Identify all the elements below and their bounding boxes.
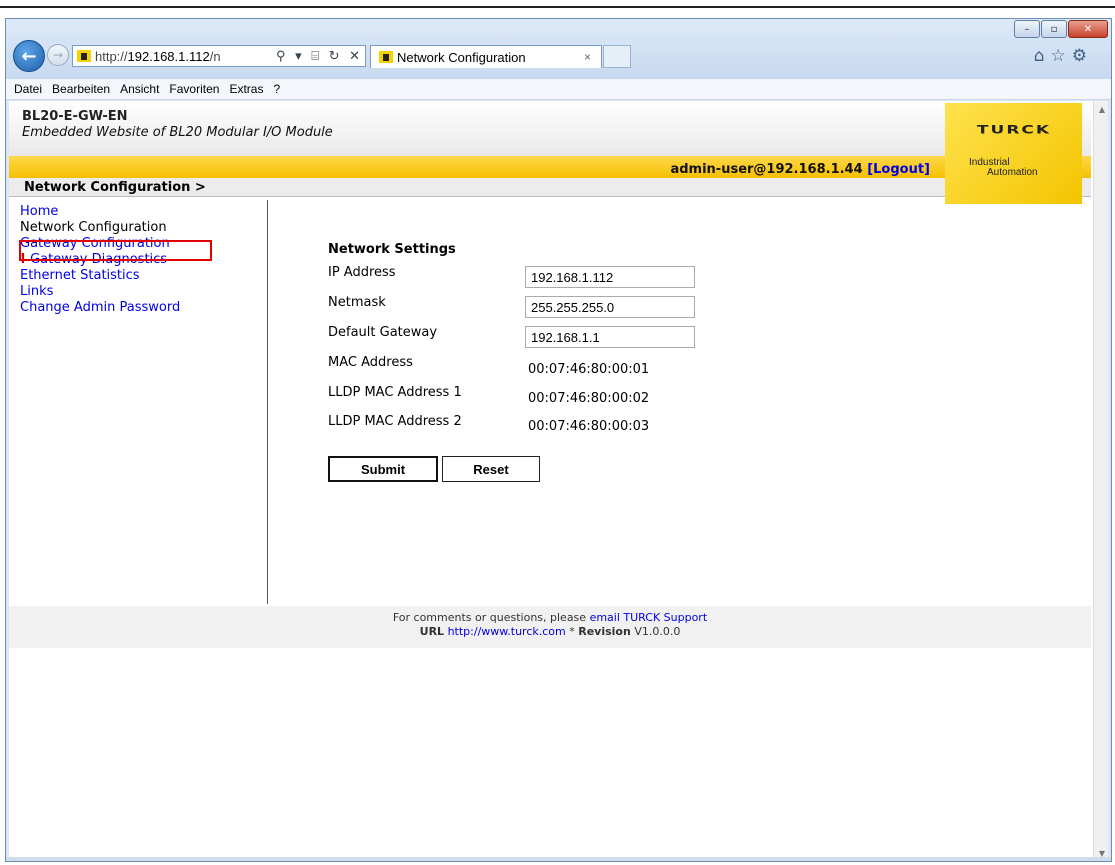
user-name: admin-user@192.168.1.44	[670, 162, 863, 177]
netmask-input[interactable]	[525, 296, 695, 318]
address-bar[interactable]: http://192.168.1.112/n ⚲ ▾ ⌸ ↻ ✕	[72, 45, 366, 67]
menu-ansicht[interactable]: Ansicht	[120, 82, 159, 96]
turck-logo: TURCK Industrial Automation	[945, 103, 1082, 204]
mac-address-label: MAC Address	[328, 355, 413, 370]
logo-tagline: Industrial Automation	[969, 158, 1038, 178]
address-prefix: http://	[95, 48, 128, 64]
tab-favicon-icon	[379, 51, 393, 63]
minimize-button[interactable]: –	[1014, 20, 1040, 38]
lldp-mac-2-label: LLDP MAC Address 2	[328, 414, 462, 429]
logo-tagline-line2: Automation	[987, 167, 1038, 178]
site-header: BL20-E-GW-EN Embedded Website of BL20 Mo…	[9, 101, 1091, 156]
tab-close-icon[interactable]: ×	[584, 50, 591, 64]
sidebar-item-network-configuration[interactable]: Network Configuration	[20, 220, 266, 236]
footer-comment-text: For comments or questions, please	[392, 611, 587, 624]
scroll-up-icon[interactable]: ▲	[1094, 101, 1108, 117]
menu-bearbeiten[interactable]: Bearbeiten	[52, 82, 110, 96]
menu-favoriten[interactable]: Favoriten	[169, 82, 219, 96]
sidebar-item-links[interactable]: Links	[20, 284, 266, 300]
lldp-mac-1-value: 00:07:46:80:00:02	[528, 391, 650, 406]
sidebar-item-ethernet-statistics[interactable]: Ethernet Statistics	[20, 268, 266, 284]
ip-address-label: IP Address	[328, 265, 396, 280]
address-actions-icon[interactable]: ⚲ ▾ ⌸ ↻ ✕	[276, 48, 363, 64]
vertical-scrollbar[interactable]: ▲ ▼	[1093, 101, 1108, 859]
product-subtitle: Embedded Website of BL20 Modular I/O Mod…	[22, 125, 333, 140]
lldp-mac-1-label: LLDP MAC Address 1	[328, 385, 462, 400]
menu-datei[interactable]: Datei	[14, 82, 42, 96]
tab-network-configuration[interactable]: Network Configuration ×	[370, 45, 602, 68]
product-title: BL20-E-GW-EN	[22, 109, 128, 124]
annotation-highlight	[19, 240, 212, 261]
close-window-button[interactable]: ✕	[1068, 20, 1108, 38]
menu-extras[interactable]: Extras	[229, 82, 263, 96]
footer-url-line: URL http://www.turck.com * Revision V1.0…	[9, 625, 1091, 639]
user-info: admin-user@192.168.1.44 [Logout]	[670, 162, 930, 177]
logo-wordmark: TURCK	[976, 123, 1052, 137]
reset-button[interactable]: Reset	[442, 456, 540, 482]
browser-chrome: – ▫ ✕ ← → http://192.168.1.112/n ⚲ ▾ ⌸ ↻…	[6, 19, 1111, 79]
breadcrumb: Network Configuration >	[9, 178, 945, 197]
menu-bar: Datei Bearbeiten Ansicht Favoriten Extra…	[6, 79, 1111, 100]
site-favicon-icon	[77, 50, 91, 62]
new-tab-button[interactable]	[603, 45, 631, 68]
address-suffix: /n	[209, 48, 221, 64]
back-arrow-icon: ←	[21, 45, 37, 67]
mac-address-value: 00:07:46:80:00:01	[528, 362, 650, 377]
section-title: Network Settings	[328, 242, 456, 257]
toolbar-icons[interactable]: ⌂☆⚙	[1034, 46, 1093, 66]
address-text: http://192.168.1.112/n	[95, 49, 270, 64]
logout-link[interactable]: [Logout]	[867, 162, 930, 177]
content-divider	[267, 200, 268, 604]
turck-website-link[interactable]: http://www.turck.com	[448, 625, 566, 638]
default-gateway-input[interactable]	[525, 326, 695, 348]
page-footer: For comments or questions, please email …	[9, 606, 1091, 648]
sidebar-item-change-admin-password[interactable]: Change Admin Password	[20, 300, 266, 316]
footer-separator: *	[569, 625, 575, 638]
top-rule	[0, 6, 1115, 8]
maximize-button[interactable]: ▫	[1041, 20, 1067, 38]
browser-window: – ▫ ✕ ← → http://192.168.1.112/n ⚲ ▾ ⌸ ↻…	[5, 18, 1112, 862]
page-content: BL20-E-GW-EN Embedded Website of BL20 Mo…	[9, 101, 1108, 859]
menu-help[interactable]: ?	[273, 82, 280, 96]
revision-value: V1.0.0.0	[634, 625, 681, 638]
forward-button[interactable]: →	[47, 44, 69, 66]
tab-title: Network Configuration	[397, 49, 526, 65]
url-label: URL	[419, 625, 445, 638]
netmask-label: Netmask	[328, 295, 386, 310]
breadcrumb-tail	[1082, 178, 1091, 197]
lldp-mac-2-value: 00:07:46:80:00:03	[528, 419, 650, 434]
back-button[interactable]: ←	[13, 40, 45, 72]
window-controls: – ▫ ✕	[1013, 20, 1108, 38]
default-gateway-label: Default Gateway	[328, 325, 438, 340]
ip-address-input[interactable]	[525, 266, 695, 288]
forward-arrow-icon: →	[52, 48, 64, 62]
sidebar-item-home[interactable]: Home	[20, 204, 266, 220]
support-email-link[interactable]: email TURCK Support	[590, 611, 708, 624]
status-bar	[6, 857, 1111, 861]
address-host: 192.168.1.112	[127, 48, 210, 64]
footer-comment-line: For comments or questions, please email …	[9, 611, 1091, 625]
submit-button[interactable]: Submit	[328, 456, 438, 482]
revision-label: Revision	[578, 625, 631, 638]
